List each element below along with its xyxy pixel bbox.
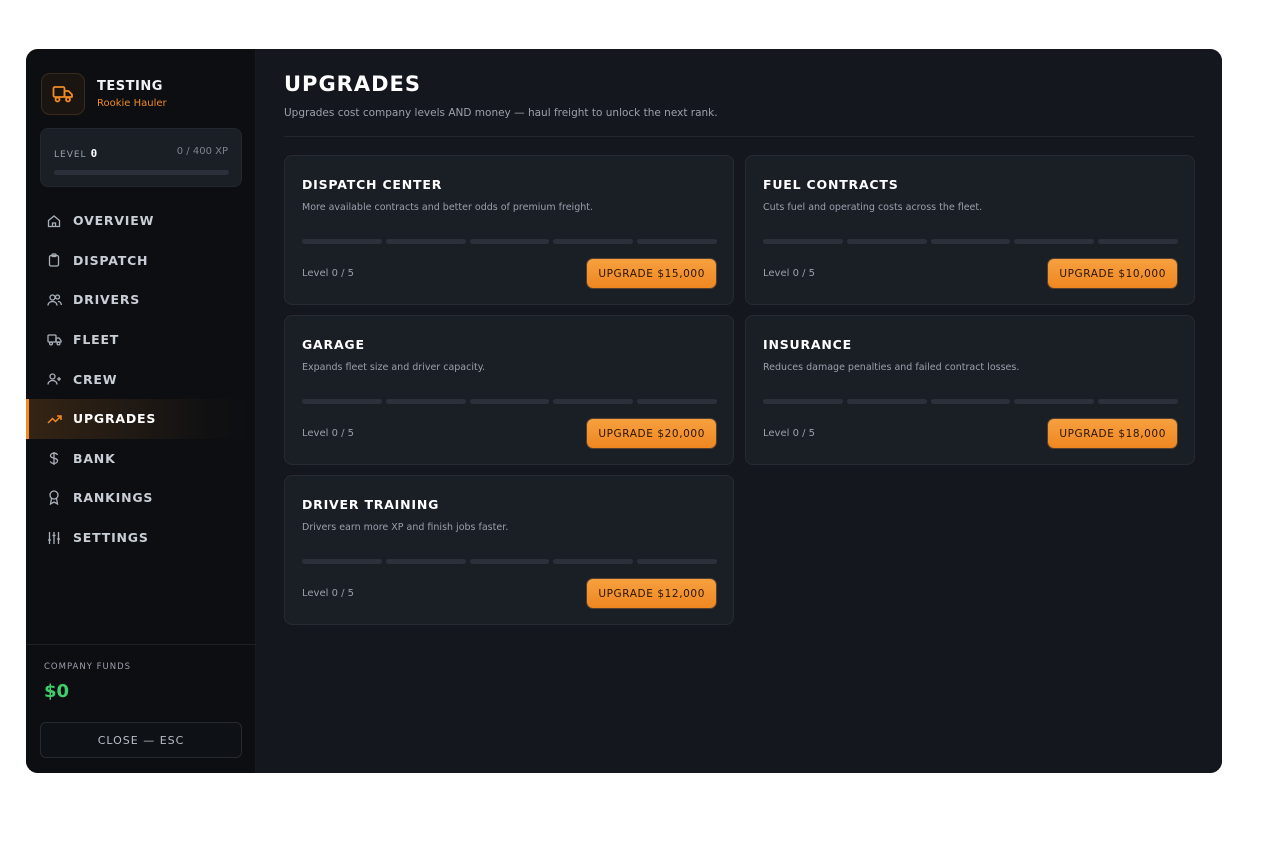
funds-label: COMPANY FUNDS <box>44 662 132 672</box>
sidebar-item-label: DISPATCH <box>73 252 149 268</box>
upgrade-button[interactable]: UPGRADE $20,000 <box>587 419 716 448</box>
sidebar-item-label: OVERVIEW <box>73 213 155 229</box>
upgrade-card-garage: GARAGE Expands fleet size and driver cap… <box>284 315 734 465</box>
card-level: Level 0 / 5 <box>302 428 355 439</box>
page-title: UPGRADES <box>284 72 422 96</box>
upgrade-button[interactable]: UPGRADE $15,000 <box>587 259 716 288</box>
sidebar-item-label: FLEET <box>73 332 120 348</box>
award-icon <box>46 490 62 506</box>
home-icon <box>46 213 62 229</box>
level-xp: 0 / 400 XP <box>176 146 228 157</box>
sidebar-item-upgrades[interactable]: UPGRADES <box>26 398 256 439</box>
sidebar-item-fleet[interactable]: FLEET <box>26 320 256 360</box>
upgrade-button[interactable]: UPGRADE $12,000 <box>587 579 716 608</box>
sidebar: TESTING Rookie Hauler LEVEL 0 0 / 400 XP … <box>26 49 256 773</box>
truck-icon <box>46 332 62 348</box>
sidebar-item-rankings[interactable]: RANKINGS <box>26 478 256 518</box>
level-value: 0 <box>90 147 99 160</box>
users-icon <box>46 292 62 308</box>
upgrade-button[interactable]: UPGRADE $10,000 <box>1048 259 1177 288</box>
card-title: DRIVER TRAINING <box>302 497 440 512</box>
sliders-icon <box>46 530 62 546</box>
sidebar-item-overview[interactable]: OVERVIEW <box>26 201 256 241</box>
clipboard-icon <box>46 252 62 268</box>
card-description: Reduces damage penalties and failed cont… <box>763 362 1020 373</box>
sidebar-item-dispatch[interactable]: DISPATCH <box>26 241 256 281</box>
card-description: Cuts fuel and operating costs across the… <box>763 202 983 213</box>
level-progress <box>763 399 1178 404</box>
sidebar-nav: OVERVIEW DISPATCH DRIVERS FLEET CREW UPG… <box>26 201 256 557</box>
level-card: LEVEL 0 0 / 400 XP <box>40 128 242 187</box>
sidebar-item-label: RANKINGS <box>73 490 154 506</box>
sidebar-item-bank[interactable]: BANK <box>26 439 256 479</box>
app-window: TESTING Rookie Hauler LEVEL 0 0 / 400 XP … <box>26 49 1222 773</box>
divider <box>26 644 256 645</box>
brand: TESTING Rookie Hauler <box>41 73 167 115</box>
company-rank: Rookie Hauler <box>97 98 167 109</box>
sidebar-item-label: SETTINGS <box>73 530 149 546</box>
level-progress <box>763 239 1178 244</box>
card-level: Level 0 / 5 <box>302 588 355 599</box>
upgrade-button[interactable]: UPGRADE $18,000 <box>1048 419 1177 448</box>
sidebar-item-drivers[interactable]: DRIVERS <box>26 280 256 320</box>
sidebar-item-crew[interactable]: CREW <box>26 359 256 399</box>
level-label: LEVEL <box>54 150 87 160</box>
sidebar-item-label: DRIVERS <box>73 292 141 308</box>
sidebar-item-label: CREW <box>73 371 118 387</box>
card-description: Drivers earn more XP and finish jobs fas… <box>302 522 509 533</box>
card-level: Level 0 / 5 <box>763 268 816 279</box>
user-plus-icon <box>46 371 62 387</box>
card-description: Expands fleet size and driver capacity. <box>302 362 485 373</box>
card-title: DISPATCH CENTER <box>302 177 443 192</box>
upgrade-card-insurance: INSURANCE Reduces damage penalties and f… <box>745 315 1195 465</box>
level-progress <box>302 239 717 244</box>
xp-progress-bar <box>54 170 229 175</box>
funds-value: $0 <box>44 681 70 702</box>
company-name: TESTING <box>97 79 163 94</box>
sidebar-item-label: UPGRADES <box>73 411 157 427</box>
card-level: Level 0 / 5 <box>763 428 816 439</box>
sidebar-item-settings[interactable]: SETTINGS <box>26 518 256 558</box>
page-subtitle: Upgrades cost company levels AND money —… <box>284 107 718 119</box>
truck-icon <box>41 73 85 115</box>
card-title: GARAGE <box>302 337 365 352</box>
trending-up-icon <box>46 411 62 427</box>
level-progress <box>302 399 717 404</box>
sidebar-item-label: BANK <box>73 450 116 466</box>
upgrade-card-dispatch-center: DISPATCH CENTER More available contracts… <box>284 155 734 305</box>
level-progress <box>302 559 717 564</box>
main-content: UPGRADES Upgrades cost company levels AN… <box>256 49 1222 773</box>
dollar-icon <box>46 450 62 466</box>
card-title: INSURANCE <box>763 337 852 352</box>
card-title: FUEL CONTRACTS <box>763 177 899 192</box>
close-button[interactable]: CLOSE — ESC <box>40 722 242 758</box>
card-level: Level 0 / 5 <box>302 268 355 279</box>
card-description: More available contracts and better odds… <box>302 202 593 213</box>
upgrade-card-driver-training: DRIVER TRAINING Drivers earn more XP and… <box>284 475 734 625</box>
divider <box>284 136 1194 137</box>
upgrade-card-fuel-contracts: FUEL CONTRACTS Cuts fuel and operating c… <box>745 155 1195 305</box>
